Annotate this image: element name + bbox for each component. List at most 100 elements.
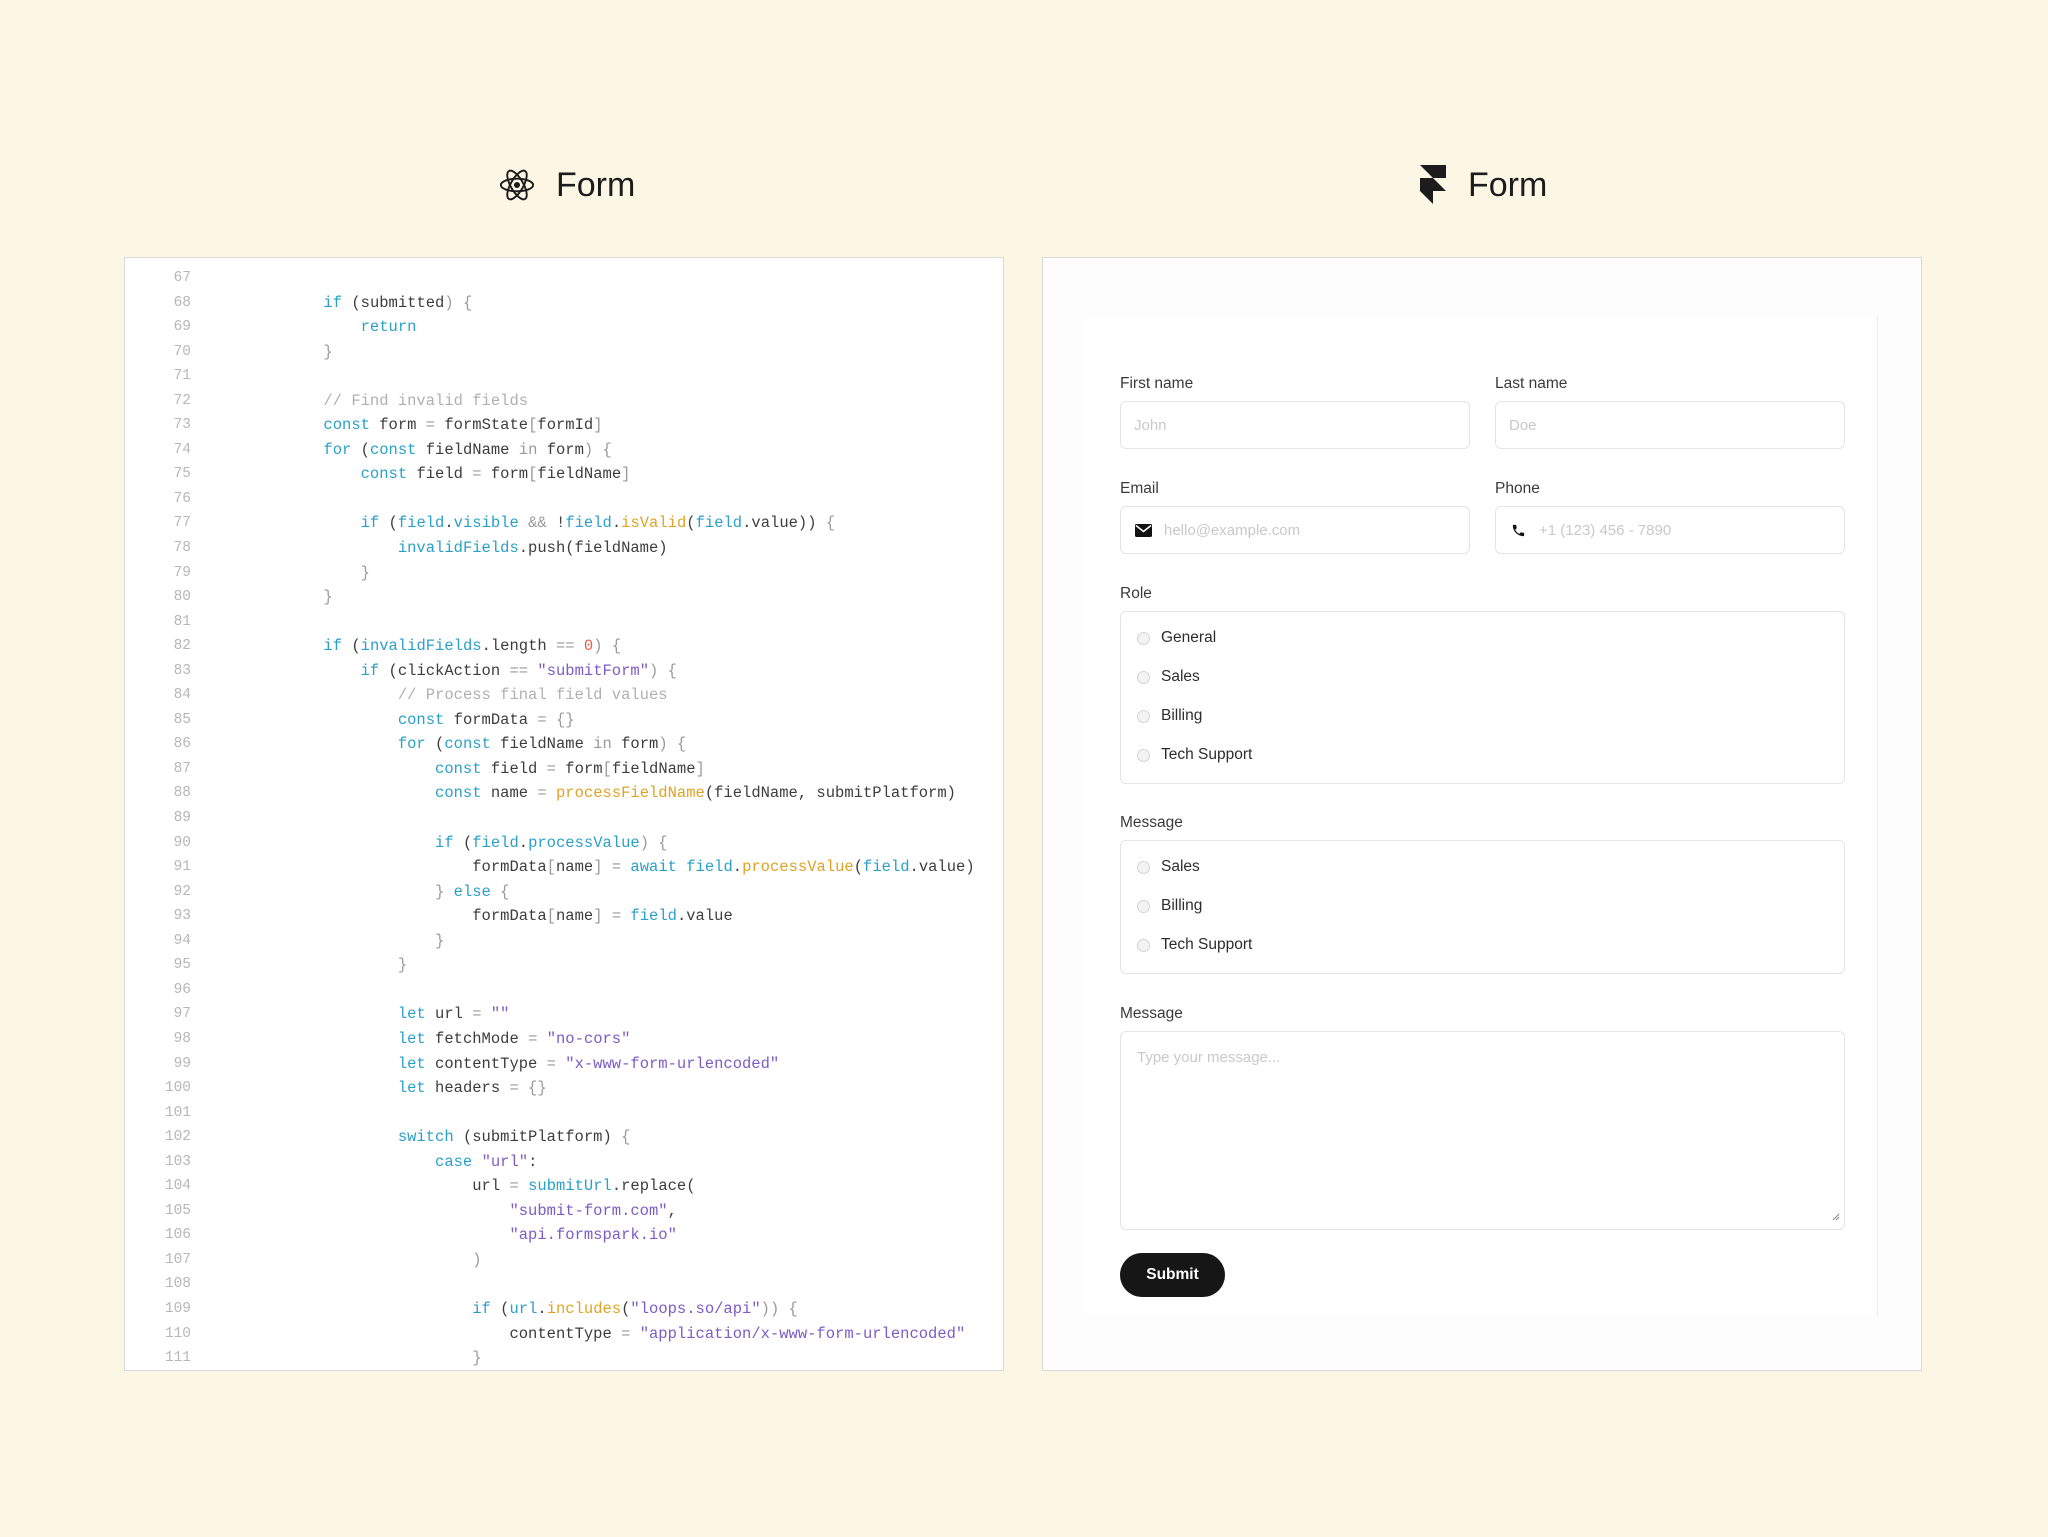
code-token: . bbox=[444, 514, 454, 533]
line-number: 97 bbox=[173, 1006, 191, 1023]
radio-button[interactable] bbox=[1137, 899, 1150, 913]
radio-button[interactable] bbox=[1137, 938, 1150, 952]
code-token: const bbox=[435, 784, 482, 803]
radio-button[interactable] bbox=[1137, 631, 1150, 645]
code-token: [ bbox=[528, 465, 538, 484]
code-token: in bbox=[518, 440, 538, 459]
line-number: 86 bbox=[173, 736, 191, 753]
code-text: // Process final field values bbox=[249, 683, 668, 708]
code-token: includes bbox=[546, 1299, 622, 1318]
message-option-label: Tech Support bbox=[1161, 936, 1253, 953]
code-line: 67 bbox=[125, 266, 1003, 291]
line-number: 89 bbox=[173, 810, 191, 827]
message-option-tech-support[interactable]: Tech Support bbox=[1137, 936, 1252, 954]
code-token: url bbox=[509, 1299, 538, 1318]
radio-button[interactable] bbox=[1137, 670, 1150, 684]
code-token: ) { bbox=[658, 735, 687, 754]
line-number: 94 bbox=[173, 932, 191, 949]
code-token: ) { bbox=[583, 440, 612, 459]
code-text: if (url.includes("loops.so/api")) { bbox=[249, 1297, 798, 1322]
react-form-heading: Form bbox=[498, 160, 635, 210]
line-number: 103 bbox=[164, 1153, 191, 1170]
code-token: name bbox=[481, 784, 538, 803]
role-option-billing[interactable]: Billing bbox=[1137, 707, 1202, 725]
code-token: = bbox=[509, 1177, 519, 1196]
role-option-general[interactable]: General bbox=[1137, 629, 1216, 647]
radio-button[interactable] bbox=[1137, 860, 1150, 874]
code-token: invalidFields bbox=[397, 539, 519, 558]
message-option-billing[interactable]: Billing bbox=[1137, 897, 1202, 915]
code-token: if bbox=[435, 833, 454, 852]
last-name-field[interactable]: Doe bbox=[1495, 401, 1845, 449]
code-line: 106 "api.formspark.io" bbox=[125, 1223, 1003, 1248]
code-token: form bbox=[481, 465, 529, 484]
email-field[interactable]: hello@example.com bbox=[1120, 506, 1470, 554]
code-token: if bbox=[360, 661, 380, 680]
role-option-label: Sales bbox=[1161, 668, 1200, 685]
code-token: url bbox=[425, 1005, 473, 1024]
code-token: "submitForm" bbox=[537, 661, 650, 680]
email-label: Email bbox=[1120, 480, 1159, 497]
line-number: 85 bbox=[173, 711, 191, 728]
code-token: .value) bbox=[909, 858, 975, 877]
first-name-placeholder: John bbox=[1134, 416, 1167, 434]
framer-form-heading: Form bbox=[1418, 160, 1547, 210]
code-token: headers bbox=[425, 1079, 510, 1098]
code-text: } else { bbox=[249, 880, 509, 905]
code-token: "url" bbox=[481, 1152, 529, 1171]
code-line: 89 bbox=[125, 806, 1003, 831]
code-token: field bbox=[407, 465, 473, 484]
code-line: 76 bbox=[125, 487, 1003, 512]
code-token: field bbox=[565, 514, 612, 533]
resize-handle-icon[interactable] bbox=[1831, 1208, 1840, 1225]
code-token: [ bbox=[546, 858, 556, 877]
code-text: case "url": bbox=[249, 1150, 537, 1175]
code-line: 86 for (const fieldName in form) { bbox=[125, 732, 1003, 757]
code-token: } bbox=[472, 1349, 482, 1368]
code-token: : bbox=[528, 1152, 538, 1171]
line-number: 93 bbox=[173, 908, 191, 925]
line-number: 75 bbox=[173, 466, 191, 483]
line-number: 73 bbox=[173, 417, 191, 434]
code-line: 80 } bbox=[125, 585, 1003, 610]
code-token: visible bbox=[453, 514, 519, 533]
role-option-label: General bbox=[1161, 629, 1217, 646]
code-text: let url = "" bbox=[249, 1002, 510, 1027]
react-form-title: Form bbox=[556, 165, 636, 204]
framer-icon bbox=[1418, 165, 1448, 205]
submit-button[interactable]: Submit bbox=[1120, 1253, 1225, 1297]
message-textarea[interactable]: Type your message... bbox=[1120, 1031, 1845, 1230]
role-option-tech-support[interactable]: Tech Support bbox=[1137, 746, 1252, 764]
first-name-field[interactable]: John bbox=[1120, 401, 1470, 449]
code-text: for (const fieldName in form) { bbox=[249, 732, 686, 757]
message-option-sales[interactable]: Sales bbox=[1137, 858, 1200, 876]
role-option-sales[interactable]: Sales bbox=[1137, 668, 1200, 686]
code-token: . bbox=[518, 833, 529, 852]
phone-field[interactable]: +1 (123) 456 - 7890 bbox=[1495, 506, 1845, 554]
code-token: { bbox=[825, 514, 836, 533]
line-number: 106 bbox=[164, 1227, 191, 1244]
message-choice-label: Message bbox=[1120, 814, 1183, 831]
code-text: invalidFields.push(fieldName) bbox=[249, 536, 668, 561]
code-token: form bbox=[611, 735, 659, 754]
code-token: = bbox=[602, 907, 631, 926]
message-label: Message bbox=[1120, 1005, 1183, 1022]
code-token: .value bbox=[676, 907, 733, 926]
radio-button[interactable] bbox=[1137, 709, 1150, 723]
radio-button[interactable] bbox=[1137, 748, 1150, 762]
code-editor-panel[interactable]: 67 68 if (submitted) {69 return 70 } 71 72 /… bbox=[124, 257, 1004, 1371]
code-token: ! bbox=[556, 514, 566, 533]
code-token: await bbox=[630, 858, 677, 877]
